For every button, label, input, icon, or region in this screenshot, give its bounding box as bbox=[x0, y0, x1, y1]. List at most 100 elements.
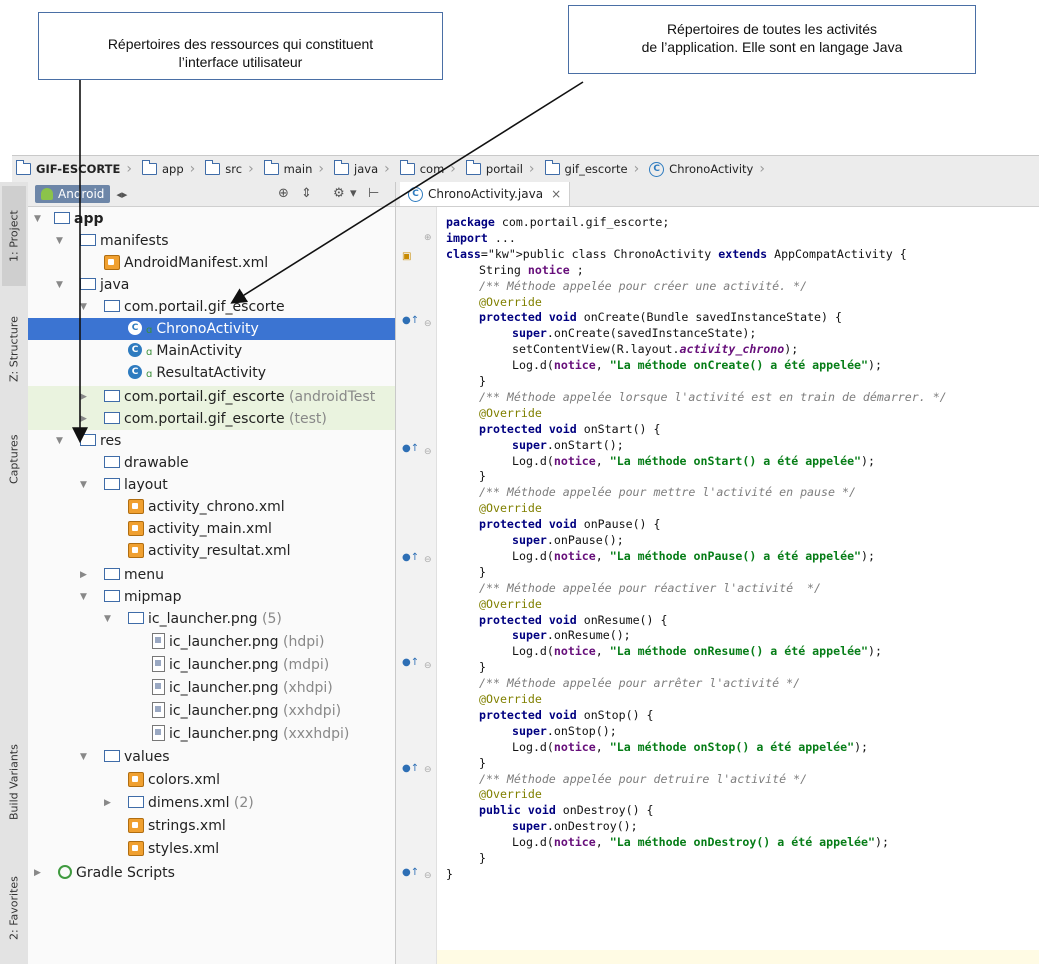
tool-window-strip: 1: Project Z: Structure Captures Build V… bbox=[0, 182, 29, 964]
breadcrumb-item-portail[interactable]: portail › bbox=[462, 156, 541, 182]
tab-build-variants[interactable]: Build Variants bbox=[2, 722, 26, 842]
code-line: protected void onPause() { bbox=[479, 517, 661, 532]
tree-label: ic_launcher.png bbox=[169, 634, 279, 650]
tree-item-package-test[interactable]: ▶ com.portail.gif_escorte (test) bbox=[28, 408, 395, 430]
hide-panel-icon[interactable]: ▾ bbox=[350, 186, 357, 201]
gradle-icon bbox=[58, 865, 72, 879]
tab-project-label: 1: Project bbox=[7, 210, 21, 262]
code-line: protected void onStop() { bbox=[479, 707, 654, 722]
breadcrumb-item-chrono[interactable]: C ChronoActivity › bbox=[645, 156, 771, 182]
breadcrumb-item-app[interactable]: app › bbox=[138, 156, 201, 182]
code-line: Log.d(notice, "La méthode onCreate() a é… bbox=[512, 358, 882, 373]
chevron-right-icon: › bbox=[759, 161, 765, 177]
collapsed-triangle-icon: ▶ bbox=[104, 798, 111, 808]
tree-label: values bbox=[124, 749, 170, 765]
code-line: super.onDestroy(); bbox=[512, 819, 638, 834]
chevron-right-icon: › bbox=[189, 161, 196, 177]
tree-label: java bbox=[100, 277, 130, 293]
expanded-triangle-icon: ▼ bbox=[56, 280, 63, 290]
tree-label: com.portail.gif_escorte bbox=[124, 411, 285, 427]
gear-icon[interactable]: ⚙ bbox=[333, 186, 345, 201]
breadcrumb-label: com bbox=[419, 162, 445, 176]
code-line: /** Méthode appelée pour réactiver l'act… bbox=[479, 580, 822, 595]
image-file-icon bbox=[152, 656, 165, 672]
tree-item-package-android-test[interactable]: ▶ com.portail.gif_escorte (androidTest bbox=[28, 386, 395, 408]
folder-icon bbox=[263, 160, 279, 175]
code-line: /** Méthode appelée pour créer une activ… bbox=[479, 278, 808, 293]
xml-file-icon bbox=[104, 254, 120, 270]
tree-item-chrono-activity[interactable]: Cɑ ChronoActivity bbox=[28, 318, 395, 340]
pin-icon[interactable]: ⊢ bbox=[368, 186, 379, 201]
folder-icon bbox=[104, 568, 120, 580]
breadcrumb-label: ChronoActivity bbox=[669, 162, 754, 176]
folder-icon bbox=[80, 234, 96, 246]
code-line: public void onDestroy() { bbox=[479, 803, 654, 818]
fold-icon[interactable]: ⊖ bbox=[424, 447, 432, 457]
code-line: setContentView(R.layout.activity_chrono)… bbox=[512, 342, 799, 357]
tree-label: AndroidManifest.xml bbox=[124, 255, 269, 271]
code-line: /** Méthode appelée pour mettre l'activi… bbox=[479, 485, 856, 500]
tab-project[interactable]: 1: Project bbox=[2, 186, 26, 286]
lock-icon: ɑ bbox=[146, 347, 153, 358]
sync-icon[interactable]: ⊕ bbox=[278, 186, 289, 201]
fold-icon[interactable]: ⊖ bbox=[424, 661, 432, 671]
override-marker-icon[interactable]: ●↑ bbox=[402, 867, 419, 878]
close-icon[interactable]: × bbox=[551, 187, 561, 201]
code-line: @Override bbox=[479, 596, 542, 611]
view-selector[interactable]: Android bbox=[35, 185, 111, 203]
code-line: } bbox=[479, 755, 486, 770]
override-marker-icon[interactable]: ●↑ bbox=[402, 657, 419, 668]
tab-label: ChronoActivity.java bbox=[428, 187, 544, 201]
editor-tab-bar: C ChronoActivity.java × bbox=[396, 182, 1039, 207]
code-line: @Override bbox=[479, 692, 542, 706]
tree-label-suffix: (test) bbox=[289, 411, 327, 427]
chevron-right-icon: › bbox=[450, 161, 456, 177]
view-switch-arrows-icon[interactable]: ◂▸ bbox=[116, 188, 127, 201]
breadcrumb-item-project[interactable]: GIF-ESCORTE › bbox=[12, 156, 138, 182]
expanded-triangle-icon: ▼ bbox=[104, 614, 111, 624]
tree-label: Gradle Scripts bbox=[76, 865, 175, 881]
override-marker-icon[interactable]: ●↑ bbox=[402, 443, 419, 454]
tab-structure[interactable]: Z: Structure bbox=[2, 294, 26, 404]
fold-icon[interactable]: ⊖ bbox=[424, 871, 432, 881]
code-line: package com.portail.gif_escorte; bbox=[446, 215, 670, 229]
lock-icon: ɑ bbox=[146, 369, 153, 380]
fold-icon[interactable]: ⊕ bbox=[424, 233, 432, 243]
chevron-right-icon: › bbox=[248, 161, 254, 177]
breadcrumb-item-src[interactable]: src › bbox=[201, 156, 259, 182]
breadcrumb-item-gif-escorte[interactable]: gif_escorte › bbox=[541, 156, 646, 182]
folder-icon bbox=[104, 478, 120, 490]
breadcrumb-item-main[interactable]: main › bbox=[260, 156, 330, 182]
override-marker-icon[interactable]: ●↑ bbox=[402, 315, 419, 326]
code-editor[interactable]: package com.portail.gif_escorte; import .… bbox=[437, 207, 1039, 964]
override-marker-icon[interactable]: ●↑ bbox=[402, 763, 419, 774]
fold-icon[interactable]: ⊖ bbox=[424, 555, 432, 565]
code-line: protected void onCreate(Bundle savedInst… bbox=[479, 310, 842, 325]
tab-favorites[interactable]: 2: Favorites bbox=[2, 858, 26, 958]
code-line: class="kw">public class ChronoActivity e… bbox=[446, 246, 907, 261]
override-marker-icon[interactable]: ●↑ bbox=[402, 552, 419, 563]
breadcrumb-item-java[interactable]: java › bbox=[330, 156, 396, 182]
tree-label: styles.xml bbox=[148, 841, 220, 857]
xml-file-icon bbox=[128, 817, 144, 833]
collapse-icon[interactable]: ⇕ bbox=[301, 186, 312, 201]
folder-icon bbox=[104, 456, 120, 468]
tree-label-suffix: (androidTest bbox=[289, 389, 376, 405]
tab-chrono-activity-java[interactable]: C ChronoActivity.java × bbox=[400, 182, 571, 206]
code-line: protected void onResume() { bbox=[479, 612, 668, 627]
fold-icon[interactable]: ⊖ bbox=[424, 319, 432, 329]
code-line: super.onStart(); bbox=[512, 437, 624, 452]
code-line: super.onStop(); bbox=[512, 723, 617, 738]
breadcrumb-item-com[interactable]: com › bbox=[396, 156, 462, 182]
tab-captures[interactable]: Captures bbox=[2, 414, 26, 504]
tree-label: ic_launcher.png bbox=[169, 703, 279, 719]
callout-resources: Répertoires des ressources qui constitue… bbox=[38, 12, 443, 80]
tree-label: activity_chrono.xml bbox=[148, 499, 285, 515]
xml-file-icon bbox=[128, 840, 144, 856]
fold-icon[interactable]: ⊖ bbox=[424, 765, 432, 775]
folder-icon bbox=[205, 160, 221, 175]
tree-label: MainActivity bbox=[156, 343, 243, 359]
class-marker-icon[interactable]: ▣ bbox=[402, 251, 411, 262]
tree-label: res bbox=[100, 433, 122, 449]
code-line: } bbox=[479, 469, 486, 484]
